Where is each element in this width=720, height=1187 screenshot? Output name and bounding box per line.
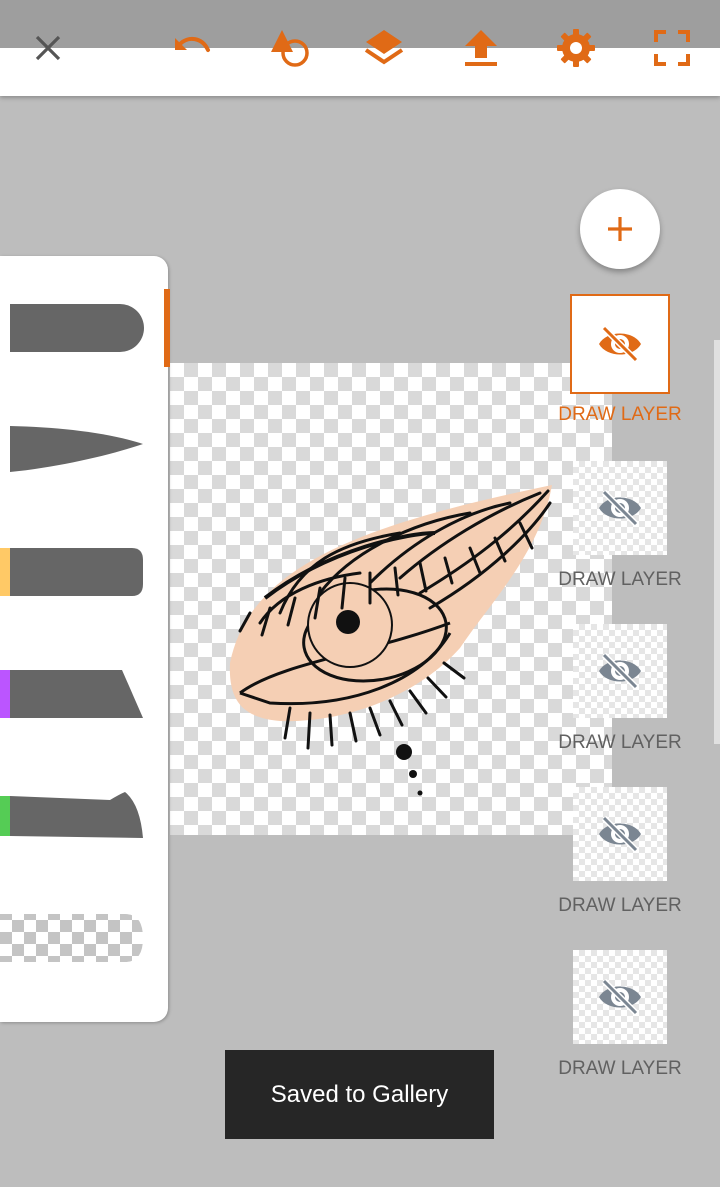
layer-thumbnail (573, 787, 667, 881)
export-button[interactable] (455, 22, 507, 74)
close-button[interactable] (22, 22, 74, 74)
toast-message: Saved to Gallery (225, 1050, 494, 1139)
layer-thumbnail (573, 461, 667, 555)
layer-label: DRAW LAYER (558, 404, 682, 425)
settings-button[interactable] (550, 22, 602, 74)
eraser-brush-icon (0, 914, 143, 962)
layer-item[interactable]: DRAW LAYER (556, 294, 684, 446)
layer-label: DRAW LAYER (558, 569, 682, 590)
layer-thumbnail (573, 624, 667, 718)
layers-button[interactable] (358, 22, 410, 74)
layers-icon (364, 30, 404, 65)
close-icon (35, 35, 61, 61)
layer-thumbnail (573, 950, 667, 1044)
drawing-canvas[interactable] (170, 363, 612, 835)
layer-label: DRAW LAYER (558, 1058, 682, 1079)
layer-item[interactable]: DRAW LAYER (556, 624, 684, 774)
brush-knife[interactable] (0, 764, 168, 874)
brush-calligraphy[interactable] (0, 640, 168, 750)
calligraphy-brush-icon (0, 670, 143, 718)
fullscreen-icon (654, 30, 690, 66)
layer-item[interactable]: DRAW LAYER (556, 461, 684, 611)
layer-thumbnail (570, 294, 670, 394)
round-brush-icon (10, 304, 144, 352)
layer-scrollbar[interactable] (714, 340, 720, 744)
eye-hidden-icon[interactable] (597, 651, 643, 691)
eye-artwork (229, 485, 552, 796)
knife-brush-icon (0, 792, 143, 838)
upload-icon (465, 30, 497, 66)
plus-icon (608, 217, 632, 241)
eye-hidden-icon[interactable] (597, 977, 643, 1017)
layer-item[interactable]: DRAW LAYER (556, 950, 684, 1100)
layer-item[interactable]: DRAW LAYER (556, 787, 684, 937)
add-layer-button[interactable] (580, 189, 660, 269)
brush-eraser[interactable] (0, 884, 168, 994)
layer-label: DRAW LAYER (558, 732, 682, 753)
undo-icon (175, 36, 210, 52)
brush-panel (0, 256, 170, 1022)
brush-marker[interactable] (0, 520, 168, 630)
marker-brush-icon (0, 548, 143, 596)
eye-hidden-icon[interactable] (597, 324, 643, 364)
brush-round[interactable] (0, 279, 168, 389)
brush-taper[interactable] (0, 389, 168, 499)
shapes-icon (271, 30, 309, 67)
fullscreen-button[interactable] (646, 22, 698, 74)
gear-icon (557, 29, 595, 67)
undo-button[interactable] (166, 22, 218, 74)
eye-hidden-icon[interactable] (597, 814, 643, 854)
taper-brush-icon (10, 426, 143, 472)
eye-hidden-icon[interactable] (597, 488, 643, 528)
layer-label: DRAW LAYER (558, 895, 682, 916)
top-toolbar (0, 0, 720, 96)
shapes-button[interactable] (264, 22, 316, 74)
